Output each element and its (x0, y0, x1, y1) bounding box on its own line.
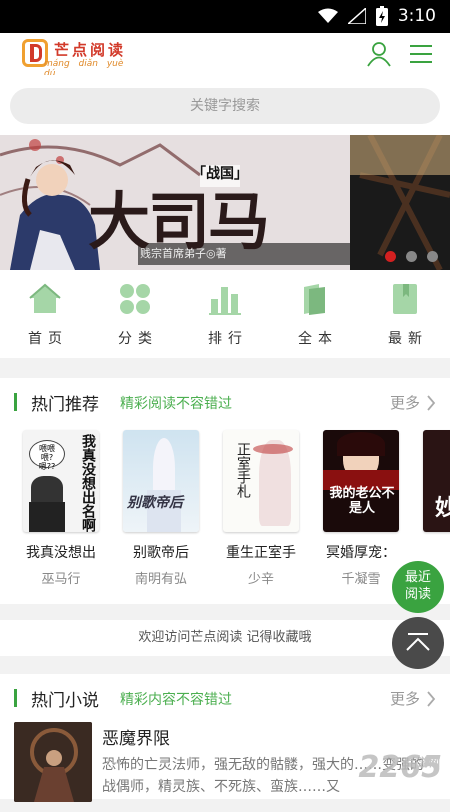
hot-recommend-section: 热门推荐 精彩阅读不容错过 更多 喂喂喂?嗯?? 我真没想出名啊 我真没想出 巫… (0, 378, 450, 604)
home-icon (29, 283, 61, 313)
bar-chart-icon (209, 287, 241, 315)
book-author: 少辛 (247, 572, 274, 587)
arrow-up-icon (406, 633, 430, 651)
section-subtitle: 精彩阅读不容错过 (120, 396, 232, 412)
book-cover: 我的老公不是人 (323, 430, 399, 532)
category-nav: 首页 分类 排行 全本 最新 (0, 270, 450, 358)
book-cover-text: 我真没想出名啊 (80, 434, 96, 532)
search-input[interactable]: 关键字搜索 (10, 88, 440, 124)
status-bar: 3:10 (0, 0, 450, 33)
signal-icon (347, 8, 366, 24)
book-title: 我真没想出 (26, 545, 96, 561)
more-label: 更多 (389, 394, 420, 412)
book-title: 冥婚厚宠： (326, 545, 396, 561)
book-cover-text: 我的老公不是人 (329, 486, 395, 516)
nav-category[interactable]: 分类 (90, 270, 180, 358)
grid-icon (120, 284, 150, 314)
book-card[interactable]: 我的老公不是人 冥婚厚宠： 千凝雪 (316, 430, 406, 587)
nav-home[interactable]: 首页 (0, 270, 90, 358)
banner-byline: 贱宗首席弟子◎著 (140, 247, 227, 260)
nav-label: 排行 (208, 331, 248, 347)
banner-dot-2[interactable] (406, 251, 417, 262)
more-link[interactable]: 更多 (390, 688, 436, 709)
book-cover: 喂喂喂?嗯?? 我真没想出名啊 (23, 430, 99, 532)
nav-label: 首页 (28, 331, 68, 347)
novel-cover (14, 722, 92, 802)
chevron-right-icon (427, 394, 436, 411)
watermark: 2265 手游网 (359, 750, 443, 785)
book-card[interactable]: 喂喂喂?嗯?? 我真没想出名啊 我真没想出 巫马行 (16, 430, 106, 587)
banner-dots (385, 251, 438, 262)
chevron-right-icon (427, 690, 436, 707)
nav-label: 最新 (388, 331, 428, 347)
book-cover-text: 别歌帝后 (127, 495, 183, 511)
nav-ranking[interactable]: 排行 (180, 270, 270, 358)
section-title: 热门推荐 (31, 395, 99, 415)
book-card[interactable]: 妙 妙 (416, 430, 450, 568)
search-bar: 关键字搜索 (0, 75, 450, 135)
banner-carousel[interactable]: 「战国」 大司马 贱宗首席弟子◎著 (0, 135, 450, 270)
recent-reading-label-2: 阅读 (404, 587, 431, 602)
back-to-top-button[interactable] (392, 617, 444, 669)
nav-label: 分类 (118, 331, 158, 347)
wifi-icon (317, 8, 338, 23)
recent-reading-button[interactable]: 最近 阅读 (392, 561, 444, 613)
book-cover: 妙 (423, 430, 450, 532)
menu-icon[interactable] (408, 41, 434, 67)
books-icon (304, 284, 325, 315)
nav-latest[interactable]: 最新 (360, 270, 450, 358)
book-author: 巫马行 (41, 572, 81, 587)
book-card[interactable]: 别歌帝后 别歌帝后 南明有弘 (116, 430, 206, 587)
logo-title: 芒点阅读 (54, 41, 127, 59)
section-title: 热门小说 (31, 691, 99, 711)
status-time: 3:10 (397, 6, 436, 26)
section-header: 热门推荐 精彩阅读不容错过 更多 (0, 378, 450, 426)
book-title: 妙 (416, 542, 450, 562)
battery-icon (375, 6, 388, 26)
section-subtitle: 精彩内容不容错过 (120, 692, 232, 708)
book-cover: 别歌帝后 (123, 430, 199, 532)
book-cover: 正室手札 (223, 430, 299, 532)
banner-dot-1[interactable] (385, 251, 396, 262)
book-cover-text: 正室手札 (235, 442, 251, 498)
user-icon[interactable] (366, 41, 392, 67)
more-label: 更多 (389, 690, 420, 708)
book-card[interactable]: 正室手札 重生正室手 少辛 (216, 430, 306, 587)
watermark-sub: 手游网 (407, 756, 440, 769)
banner-dot-3[interactable] (427, 251, 438, 262)
nav-label: 全本 (298, 331, 338, 347)
app-header: 芒点阅读 máng diǎn yuè dú (0, 33, 450, 79)
book-author: 南明有弘 (134, 572, 187, 587)
more-link[interactable]: 更多 (390, 392, 436, 413)
book-cover-text: 妙 (435, 496, 450, 521)
section-accent-bar (14, 393, 17, 411)
section-header: 热门小说 精彩内容不容错过 更多 (0, 674, 450, 722)
book-icon (393, 284, 417, 314)
book-title: 重生正室手 (226, 545, 296, 561)
nav-complete[interactable]: 全本 (270, 270, 360, 358)
book-title: 别歌帝后 (133, 545, 189, 561)
welcome-message: 欢迎访问芒点阅读 记得收藏哦 (0, 620, 450, 656)
book-list: 喂喂喂?嗯?? 我真没想出名啊 我真没想出 巫马行 别歌帝后 别歌帝后 南明有弘… (0, 426, 450, 601)
novel-title: 恶魔界限 (102, 729, 170, 749)
app-logo[interactable]: 芒点阅读 máng diǎn yuè dú (22, 39, 142, 79)
recent-reading-label-1: 最近 (404, 570, 431, 585)
section-accent-bar (14, 689, 17, 707)
